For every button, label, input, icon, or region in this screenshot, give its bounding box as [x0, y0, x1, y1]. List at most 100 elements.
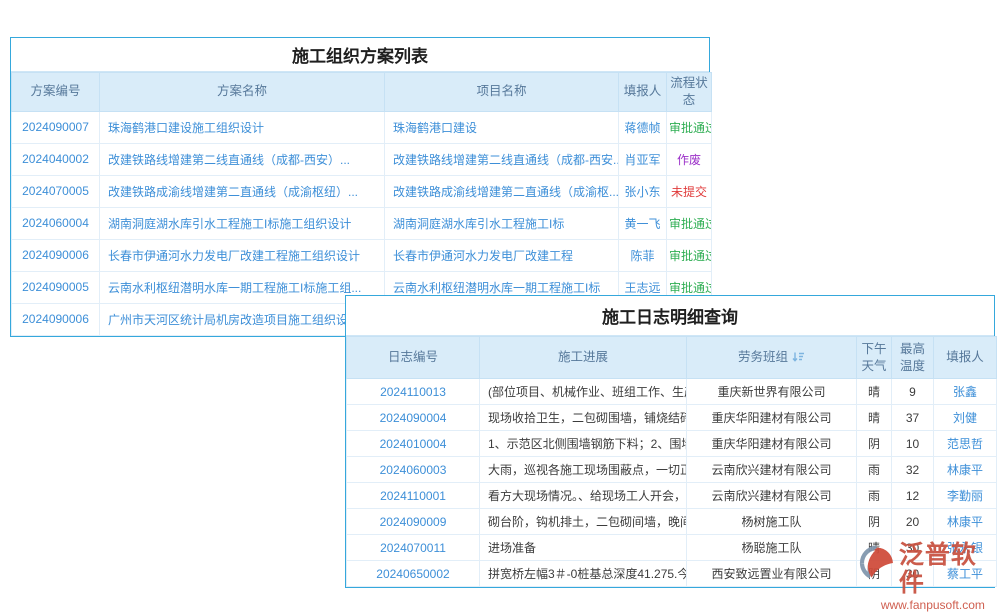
plan-col-name: 方案名称 [100, 73, 385, 112]
plan-id-link[interactable]: 2024090006 [12, 239, 100, 271]
plan-name-link[interactable]: 广州市天河区统计局机房改造项目施工组织设计 [100, 303, 385, 335]
plan-list-title: 施工组织方案列表 [11, 38, 709, 72]
project-name-link[interactable]: 改建铁路成渝线增建第二直通线（成渝枢... [385, 175, 619, 207]
plan-id-link[interactable]: 2024090005 [12, 271, 100, 303]
log-id-link[interactable]: 20240650002 [347, 561, 480, 587]
plan-id-link[interactable]: 2024070005 [12, 175, 100, 207]
plan-name-link[interactable]: 长春市伊通河水力发电厂改建工程施工组织设计 [100, 239, 385, 271]
table-row: 2024110001 看方大现场情况。、给现场工人开会，整... 云南欣兴建材有… [347, 483, 997, 509]
log-col-team[interactable]: 劳务班组 [687, 337, 857, 379]
table-row: 2024110013 (部位项目、机械作业、班组工作、生产... 重庆新世界有限… [347, 379, 997, 405]
log-temp: 9 [892, 379, 934, 405]
log-weather: 晴 [857, 379, 892, 405]
log-progress: 拼宽桥左幅3＃-0桩基总深度41.275.今日进... [480, 561, 687, 587]
log-weather: 阴 [857, 509, 892, 535]
log-progress: 进场准备 [480, 535, 687, 561]
table-row: 2024010004 1、示范区北侧围墙钢筋下料；2、围墙地... 重庆华阳建材… [347, 431, 997, 457]
table-row: 2024070005 改建铁路成渝线增建第二直通线（成渝枢纽）... 改建铁路成… [12, 175, 712, 207]
reporter-name: 陈菲 [619, 239, 667, 271]
log-team: 重庆华阳建材有限公司 [687, 431, 857, 457]
log-team: 重庆新世界有限公司 [687, 379, 857, 405]
log-weather: 晴 [857, 535, 892, 561]
log-temp: 30 [892, 535, 934, 561]
plan-list-panel: 施工组织方案列表 方案编号 方案名称 项目名称 填报人 流程状态 2024090… [10, 37, 710, 337]
reporter-name: 肖亚军 [619, 143, 667, 175]
table-row: 2024060004 湖南洞庭湖水库引水工程施工I标施工组织设计 湖南洞庭湖水库… [12, 207, 712, 239]
log-id-link[interactable]: 2024070011 [347, 535, 480, 561]
log-reporter: 范思哲 [934, 431, 997, 457]
log-col-temp: 最高温度 [892, 337, 934, 379]
plan-col-project: 项目名称 [385, 73, 619, 112]
log-reporter: 张鑫 [934, 379, 997, 405]
reporter-name: 张小东 [619, 175, 667, 207]
log-reporter: 蔡工平 [934, 561, 997, 587]
plan-id-link[interactable]: 2024040002 [12, 143, 100, 175]
log-col-reporter: 填报人 [934, 337, 997, 379]
log-temp: 12 [892, 483, 934, 509]
log-query-title: 施工日志明细查询 [346, 296, 994, 336]
plan-name-link[interactable]: 湖南洞庭湖水库引水工程施工I标施工组织设计 [100, 207, 385, 239]
plan-col-reporter: 填报人 [619, 73, 667, 112]
log-team: 重庆华阳建材有限公司 [687, 405, 857, 431]
plan-header-row: 方案编号 方案名称 项目名称 填报人 流程状态 [12, 73, 712, 112]
status-badge: 审批通过 [667, 111, 712, 143]
plan-name-link[interactable]: 云南水利枢纽潜明水库一期工程施工I标施工组... [100, 271, 385, 303]
reporter-name: 蒋德帧 [619, 111, 667, 143]
log-team: 杨树施工队 [687, 509, 857, 535]
log-progress: 砌台阶，钩机排土，二包砌间墙，晚间加... [480, 509, 687, 535]
log-weather: 阴 [857, 431, 892, 457]
log-id-link[interactable]: 2024060003 [347, 457, 480, 483]
log-temp: 37 [892, 405, 934, 431]
log-temp: 20 [892, 509, 934, 535]
log-reporter: 李勤丽 [934, 483, 997, 509]
status-badge: 作废 [667, 143, 712, 175]
log-temp: 32 [892, 457, 934, 483]
sort-icon[interactable] [792, 351, 805, 363]
log-temp: 10 [892, 431, 934, 457]
log-progress: 现场收拾卫生，二包砌围墙，铺烧结砖，... [480, 405, 687, 431]
log-weather: 雨 [857, 457, 892, 483]
log-team: 西安致远置业有限公司 [687, 561, 857, 587]
plan-id-link[interactable]: 2024060004 [12, 207, 100, 239]
log-team: 云南欣兴建材有限公司 [687, 457, 857, 483]
table-row: 20240650002 拼宽桥左幅3＃-0桩基总深度41.275.今日进... … [347, 561, 997, 587]
log-id-link[interactable]: 2024110013 [347, 379, 480, 405]
log-reporter: 林康平 [934, 509, 997, 535]
log-weather: 雨 [857, 483, 892, 509]
log-weather: 阴 [857, 561, 892, 587]
log-progress: (部位项目、机械作业、班组工作、生产... [480, 379, 687, 405]
status-badge: 审批通过 [667, 239, 712, 271]
log-id-link[interactable]: 2024090004 [347, 405, 480, 431]
log-col-team-label: 劳务班组 [738, 350, 788, 364]
log-reporter: 林康平 [934, 457, 997, 483]
log-col-progress: 施工进展 [480, 337, 687, 379]
log-query-panel: 施工日志明细查询 日志编号 施工进展 劳务班组 下午天气 最高温度 填报人 20… [345, 295, 995, 588]
project-name-link[interactable]: 改建铁路线增建第二线直通线（成都-西安... [385, 143, 619, 175]
plan-name-link[interactable]: 珠海鹤港口建设施工组织设计 [100, 111, 385, 143]
status-badge: 审批通过 [667, 207, 712, 239]
log-progress: 看方大现场情况。、给现场工人开会，整... [480, 483, 687, 509]
watermark-url: www.fanpusoft.com [881, 598, 1000, 612]
reporter-name: 黄一飞 [619, 207, 667, 239]
log-temp: 30 [892, 561, 934, 587]
project-name-link[interactable]: 湖南洞庭湖水库引水工程施工I标 [385, 207, 619, 239]
log-id-link[interactable]: 2024090009 [347, 509, 480, 535]
plan-id-link[interactable]: 2024090006 [12, 303, 100, 335]
log-reporter: 张永银 [934, 535, 997, 561]
log-reporter: 刘健 [934, 405, 997, 431]
table-row: 2024090004 现场收拾卫生，二包砌围墙，铺烧结砖，... 重庆华阳建材有… [347, 405, 997, 431]
table-row: 2024090009 砌台阶，钩机排土，二包砌间墙，晚间加... 杨树施工队 阴… [347, 509, 997, 535]
table-row: 2024060003 大雨，巡视各施工现场围蔽点，一切正常... 云南欣兴建材有… [347, 457, 997, 483]
log-id-link[interactable]: 2024110001 [347, 483, 480, 509]
plan-col-id: 方案编号 [12, 73, 100, 112]
plan-name-link[interactable]: 改建铁路成渝线增建第二直通线（成渝枢纽）... [100, 175, 385, 207]
table-row: 2024070011 进场准备 杨聪施工队 晴 30 张永银 [347, 535, 997, 561]
project-name-link[interactable]: 珠海鹤港口建设 [385, 111, 619, 143]
table-row: 2024090006 长春市伊通河水力发电厂改建工程施工组织设计 长春市伊通河水… [12, 239, 712, 271]
log-header-row: 日志编号 施工进展 劳务班组 下午天气 最高温度 填报人 [347, 337, 997, 379]
table-row: 2024090007 珠海鹤港口建设施工组织设计 珠海鹤港口建设 蒋德帧 审批通… [12, 111, 712, 143]
log-id-link[interactable]: 2024010004 [347, 431, 480, 457]
plan-name-link[interactable]: 改建铁路线增建第二线直通线（成都-西安）... [100, 143, 385, 175]
project-name-link[interactable]: 长春市伊通河水力发电厂改建工程 [385, 239, 619, 271]
plan-id-link[interactable]: 2024090007 [12, 111, 100, 143]
